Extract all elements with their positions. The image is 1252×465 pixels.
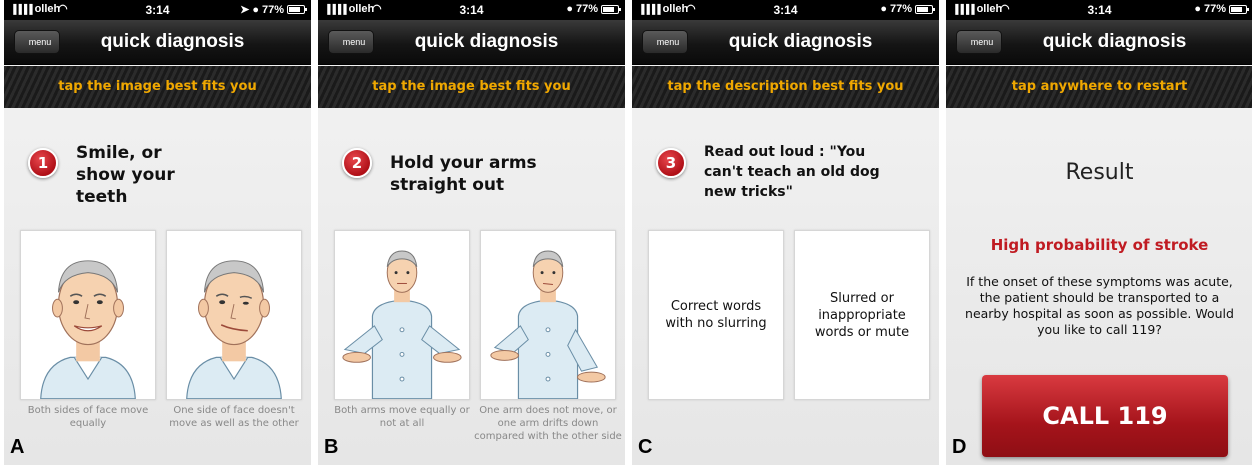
battery-icon: [915, 4, 935, 14]
panel-label: C: [638, 436, 653, 458]
menu-button[interactable]: menu: [328, 30, 374, 54]
step-instruction: Smile, or show your teeth: [76, 143, 175, 207]
battery-icon: [601, 4, 621, 14]
option-card-symmetric-face[interactable]: [20, 230, 156, 400]
instruction-banner: tap the image best fits you: [4, 66, 311, 108]
page-title: quick diagnosis: [100, 31, 245, 52]
battery-percent: 77%: [889, 3, 912, 15]
option-card-slurred-words[interactable]: Slurred or inappropriate words or mute: [794, 230, 930, 400]
result-description: If the onset of these symptoms was acute…: [965, 274, 1234, 337]
step-number-badge: 3: [656, 148, 686, 178]
step-header: 3 Read out loud : "You can't teach an ol…: [656, 142, 929, 202]
panel-label: D: [952, 436, 967, 458]
option-caption: Both arms move equally or not at all: [334, 405, 470, 429]
screen-panel-a: ▐▐▐▐ olleh ◠ 3:14 ➤ ● 77% menu quick dia…: [4, 0, 311, 465]
instruction-banner: tap the image best fits you: [318, 66, 625, 108]
status-bar: ▐▐▐▐ olleh ◠ 3:14 ➤ ● 77%: [4, 0, 311, 20]
battery-icon: [287, 5, 307, 14]
step-header: 1 Smile, or show your teeth: [28, 142, 301, 208]
option-text: Slurred or inappropriate words or mute: [814, 290, 910, 340]
page-title: quick diagnosis: [414, 31, 559, 52]
menu-button[interactable]: menu: [14, 30, 60, 54]
result-heading: Result: [1065, 160, 1134, 185]
nav-bar: menu quick diagnosis: [632, 20, 939, 65]
option-card-correct-words[interactable]: Correct words with no slurring: [648, 230, 784, 400]
step-instruction: Read out loud : "You can't teach an old …: [704, 144, 880, 200]
menu-button[interactable]: menu: [956, 30, 1002, 54]
instruction-banner: tap the description best fits you: [632, 66, 939, 108]
battery-percent: 77%: [261, 3, 284, 16]
nav-bar: menu quick diagnosis: [318, 20, 625, 65]
step-header: 2 Hold your arms straight out: [342, 142, 615, 196]
option-card-arms-equal[interactable]: [334, 230, 470, 400]
panel-label: B: [324, 436, 339, 458]
arm-drift-illustration: [490, 250, 606, 399]
status-bar: ▐▐▐▐ olleh ◠ 3:14 ● 77%: [318, 0, 625, 20]
arms-equal-illustration: [342, 250, 462, 399]
location-icon: ➤: [240, 4, 250, 16]
result-diagnosis: High probability of stroke: [990, 236, 1209, 254]
alarm-icon: ●: [1194, 3, 1201, 15]
option-card-asymmetric-face[interactable]: [166, 230, 302, 400]
alarm-icon: ●: [566, 3, 573, 15]
option-caption: Both sides of face move equally: [27, 405, 149, 429]
option-caption: One side of face doesn't move as well as…: [169, 405, 299, 429]
step-number-badge: 2: [342, 148, 372, 178]
option-card-arm-drift[interactable]: [480, 230, 616, 400]
option-text: Correct words with no slurring: [665, 299, 767, 331]
battery-percent: 77%: [575, 3, 598, 15]
page-title: quick diagnosis: [1042, 31, 1187, 52]
page-title: quick diagnosis: [728, 31, 873, 52]
option-caption: One arm does not move, or one arm drifts…: [474, 405, 622, 442]
alarm-icon: ●: [252, 3, 259, 16]
step-instruction: Hold your arms straight out: [390, 153, 537, 195]
battery-percent: 77%: [1203, 3, 1226, 15]
instruction-banner: tap anywhere to restart: [946, 66, 1252, 108]
alarm-icon: ●: [880, 3, 887, 15]
screen-panel-c: ▐▐▐▐ olleh ◠ 3:14 ● 77% menu quick diagn…: [632, 0, 939, 465]
menu-button[interactable]: menu: [642, 30, 688, 54]
panel-label: A: [10, 436, 25, 458]
call-119-button[interactable]: CALL 119: [982, 375, 1228, 457]
nav-bar: menu quick diagnosis: [946, 20, 1252, 65]
screen-panel-d[interactable]: ▐▐▐▐ olleh ◠ 3:14 ● 77% menu quick diagn…: [946, 0, 1252, 465]
step-number-badge: 1: [28, 148, 58, 178]
status-bar: ▐▐▐▐ olleh ◠ 3:14 ● 77%: [946, 0, 1252, 20]
face-smile-illustration: [40, 260, 136, 399]
face-droop-illustration: [186, 260, 282, 399]
nav-bar: menu quick diagnosis: [4, 20, 311, 65]
battery-icon: [1229, 4, 1249, 14]
status-bar: ▐▐▐▐ olleh ◠ 3:14 ● 77%: [632, 0, 939, 20]
screen-panel-b: ▐▐▐▐ olleh ◠ 3:14 ● 77% menu quick diagn…: [318, 0, 625, 465]
